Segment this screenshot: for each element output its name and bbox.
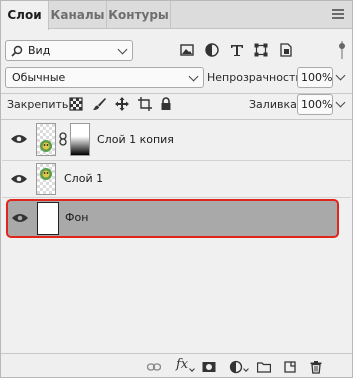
shape-filter-icon[interactable] <box>253 42 269 58</box>
adjustment-dropdown-chevron-icon <box>243 366 249 372</box>
new-layer-icon[interactable] <box>283 360 297 374</box>
face-thumbnail-icon <box>40 140 52 152</box>
panel-bottom-toolbar: fx <box>1 353 352 377</box>
lock-artboard-icon[interactable] <box>138 97 152 111</box>
layer-name[interactable]: Слой 1 копия <box>97 133 174 146</box>
search-icon <box>11 45 23 57</box>
layer-name[interactable]: Фон <box>65 211 88 224</box>
chevron-down-icon <box>188 71 199 82</box>
panel-tab-bar: Слои Каналы Контуры <box>1 1 352 30</box>
trash-delete-icon[interactable] <box>309 360 323 374</box>
eye-visibility-icon[interactable] <box>11 134 27 144</box>
layer-thumbnail[interactable] <box>36 123 56 156</box>
blend-mode-value: Обычные <box>12 71 66 84</box>
fill-label: Заливка: <box>249 98 301 111</box>
opacity-label: Непрозрачность: <box>207 71 306 84</box>
link-layers-icon[interactable] <box>147 360 161 374</box>
image-filter-icon[interactable] <box>179 42 195 58</box>
layer-row-copy[interactable]: Слой 1 копия <box>2 120 351 159</box>
opacity-dropdown-chevron-icon[interactable] <box>335 67 347 88</box>
blend-mode-select[interactable]: Обычные <box>5 67 204 88</box>
layer-row-layer1[interactable]: Слой 1 <box>2 161 351 197</box>
fx-dropdown-chevron-icon <box>189 366 195 372</box>
lock-pixels-brush-icon[interactable] <box>92 97 106 111</box>
panel-menu-icon[interactable] <box>332 9 344 20</box>
lock-label: Закрепить: <box>7 98 73 111</box>
lock-position-move-icon[interactable] <box>115 97 129 111</box>
eye-visibility-icon[interactable] <box>12 213 28 223</box>
fill-input[interactable]: 100% <box>297 94 333 115</box>
eye-visibility-icon[interactable] <box>11 174 27 184</box>
new-group-folder-icon[interactable] <box>257 360 271 374</box>
filter-toggle-switch[interactable] <box>337 39 347 61</box>
tab-channels[interactable]: Каналы <box>49 1 107 29</box>
chain-link-icon[interactable] <box>59 132 67 146</box>
add-mask-icon[interactable] <box>202 360 216 374</box>
tab-paths[interactable]: Контуры <box>107 1 171 29</box>
layers-panel: Слои Каналы Контуры Вид Обычные Непрозра… <box>0 0 353 378</box>
opacity-value: 100% <box>301 71 333 84</box>
layer-row-background-selected[interactable]: Фон <box>6 199 339 238</box>
layer-mask-thumbnail[interactable] <box>70 123 90 156</box>
face-thumbnail-icon <box>40 168 52 180</box>
opacity-input[interactable]: 100% <box>297 67 333 88</box>
layer-name[interactable]: Слой 1 <box>64 172 103 185</box>
fx-layer-style-button[interactable]: fx <box>176 357 188 372</box>
filter-select-value: Вид <box>28 44 51 57</box>
layer-thumbnail[interactable] <box>37 202 59 235</box>
lock-all-icon[interactable] <box>159 97 173 111</box>
layer-thumbnail[interactable] <box>36 163 56 195</box>
chevron-down-icon <box>117 44 128 55</box>
layer-filter-select[interactable]: Вид <box>5 40 133 61</box>
lock-transparency-icon[interactable] <box>69 97 83 111</box>
adjustment-filter-icon[interactable] <box>204 42 220 58</box>
fill-dropdown-chevron-icon[interactable] <box>335 94 347 115</box>
tab-layers[interactable]: Слои <box>1 1 49 30</box>
smart-object-filter-icon[interactable] <box>278 42 294 58</box>
fill-value: 100% <box>301 98 333 111</box>
type-filter-icon[interactable] <box>229 42 245 58</box>
adjustment-layer-icon[interactable] <box>229 360 243 374</box>
